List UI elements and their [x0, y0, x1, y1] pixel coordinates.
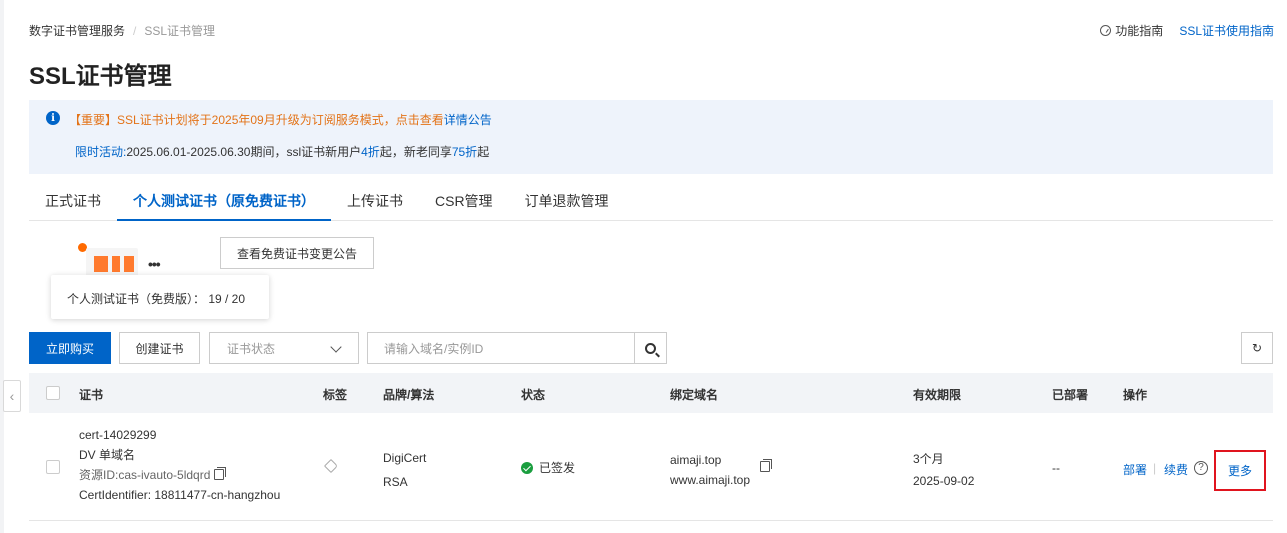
col-header-cert: 证书	[79, 388, 104, 402]
cert-status-select[interactable]: 证书状态	[209, 332, 359, 364]
row-checkbox[interactable]	[46, 460, 60, 474]
brand-name: DigiCert	[383, 451, 427, 465]
quota-tooltip: 个人测试证书（免费版）： 19 / 20	[51, 275, 269, 319]
promo-text-b: 起，新老同享	[379, 145, 452, 159]
tab-order-refund[interactable]: 订单退款管理	[509, 186, 625, 221]
brand-cell: DigiCert RSA	[383, 446, 426, 494]
notice-line-1: 【重要】SSL证书计划将于2025年09月升级为订阅服务模式，点击查看详情公告	[69, 111, 492, 128]
tag-icon[interactable]	[323, 458, 339, 474]
help-icon[interactable]: ?	[1194, 461, 1208, 475]
left-nav-strip	[0, 0, 4, 533]
feature-guide-link[interactable]: 功能指南	[1100, 22, 1163, 39]
more-dots-icon: •••	[148, 256, 161, 272]
view-free-cert-notice-button[interactable]: 查看免费证书变更公告	[220, 237, 374, 269]
chevron-left-icon: ‹	[9, 388, 15, 404]
quota-tooltip-text: 个人测试证书（免费版）： 19 / 20	[67, 292, 246, 306]
ssl-usage-guide-link[interactable]: SSL证书使用指南	[1179, 22, 1274, 39]
validity-period: 3个月	[913, 452, 944, 466]
more-actions-label: 更多	[1227, 464, 1252, 478]
promo-discount-2: 75折	[451, 145, 478, 159]
deploy-link[interactable]: 部署	[1123, 461, 1147, 478]
cert-identifier: CertIdentifier: 18811477-cn-hangzhou	[79, 488, 281, 502]
promo-text-c: 起	[477, 145, 490, 159]
copy-icon[interactable]	[214, 467, 227, 480]
promo-discount-1: 4折	[361, 145, 380, 159]
table-header: 证书 标签 品牌/算法 状态 绑定域名 有效期限 已部署 操作	[29, 373, 1273, 413]
tab-personal-test-cert[interactable]: 个人测试证书（原免费证书）	[117, 186, 331, 221]
refresh-button[interactable]: ↻	[1241, 332, 1273, 364]
breadcrumb-current: SSL证书管理	[144, 24, 216, 38]
breadcrumb-separator: /	[133, 23, 137, 38]
cert-cell: cert-14029299 DV 单域名 资源ID:cas-ivauto-5ld…	[79, 425, 280, 505]
page-title: SSL证书管理	[29, 63, 172, 90]
compass-icon	[1100, 25, 1112, 36]
notice-line-2: 限时活动:2025.06.01-2025.06.30期间，ssl证书新用户4折起…	[75, 143, 489, 160]
breadcrumb: 数字证书管理服务 / SSL证书管理	[29, 22, 215, 39]
deployed-value: --	[1052, 461, 1060, 475]
cert-name: cert-14029299	[79, 428, 157, 442]
algorithm: RSA	[383, 475, 408, 489]
promo-text-a: 2025.06.01-2025.06.30期间，ssl证书新用户	[126, 145, 362, 159]
validity-cell: 3个月 2025-09-02	[913, 448, 974, 492]
select-all-checkbox[interactable]	[46, 386, 60, 400]
status-text: 已签发	[539, 461, 576, 475]
search-icon	[645, 342, 656, 354]
tab-formal-cert[interactable]: 正式证书	[29, 186, 117, 221]
chevron-down-icon	[330, 341, 342, 353]
table-row: cert-14029299 DV 单域名 资源ID:cas-ivauto-5ld…	[29, 414, 1273, 521]
status-cell: 已签发	[521, 459, 575, 476]
validity-date: 2025-09-02	[913, 474, 975, 488]
col-header-domain: 绑定域名	[670, 388, 719, 402]
notice-important-text: 【重要】SSL证书计划将于2025年09月升级为订阅服务模式，点击查看	[69, 113, 444, 127]
domain-cell: aimaji.top www.aimaji.top	[670, 450, 750, 490]
cert-tabs: 正式证书 个人测试证书（原免费证书） 上传证书 CSR管理 订单退款管理	[29, 186, 1273, 221]
promo-label: 限时活动:	[75, 145, 127, 159]
success-check-icon	[521, 462, 533, 474]
col-header-brand: 品牌/算法	[383, 388, 435, 402]
col-header-status: 状态	[521, 388, 546, 402]
domain-2: www.aimaji.top	[670, 473, 751, 487]
info-icon: i	[46, 111, 60, 125]
col-header-tag: 标签	[323, 388, 348, 402]
resource-id-text: 资源ID:cas-ivauto-5ldqrd	[79, 468, 211, 482]
notice-banner: i 【重要】SSL证书计划将于2025年09月升级为订阅服务模式，点击查看详情公…	[29, 100, 1273, 174]
breadcrumb-root[interactable]: 数字证书管理服务	[29, 22, 125, 39]
top-right-links: 功能指南 SSL证书使用指南	[1100, 22, 1274, 39]
certificate-card-icon	[86, 248, 138, 278]
create-cert-button[interactable]: 创建证书	[119, 332, 200, 364]
resource-id: 资源ID:cas-ivauto-5ldqrd	[79, 465, 280, 485]
search-placeholder: 请输入域名/实例ID	[384, 341, 484, 356]
notice-details-link[interactable]: 详情公告	[444, 113, 492, 127]
search-button[interactable]	[634, 332, 667, 364]
tab-csr-management[interactable]: CSR管理	[419, 186, 509, 221]
copy-domain-icon[interactable]	[760, 459, 772, 472]
col-header-validity: 有效期限	[913, 388, 962, 402]
domain-1: aimaji.top	[670, 453, 722, 467]
cert-status-placeholder: 证书状态	[227, 341, 276, 356]
feature-guide-label: 功能指南	[1115, 24, 1164, 38]
col-header-actions: 操作	[1123, 388, 1148, 402]
renew-link[interactable]: 续费	[1164, 461, 1188, 478]
search-input[interactable]: 请输入域名/实例ID	[367, 332, 635, 364]
cert-quota-illustration[interactable]: •••	[74, 240, 170, 280]
buy-now-button[interactable]: 立即购买	[29, 332, 111, 364]
more-actions-link[interactable]: 更多	[1214, 450, 1266, 491]
tab-upload-cert[interactable]: 上传证书	[331, 186, 419, 221]
collapse-sidebar-button[interactable]: ‹	[3, 380, 21, 412]
cert-type: DV 单域名	[79, 448, 136, 462]
col-header-deployed: 已部署	[1052, 388, 1089, 402]
action-separator: |	[1153, 461, 1157, 475]
refresh-icon: ↻	[1251, 341, 1263, 355]
